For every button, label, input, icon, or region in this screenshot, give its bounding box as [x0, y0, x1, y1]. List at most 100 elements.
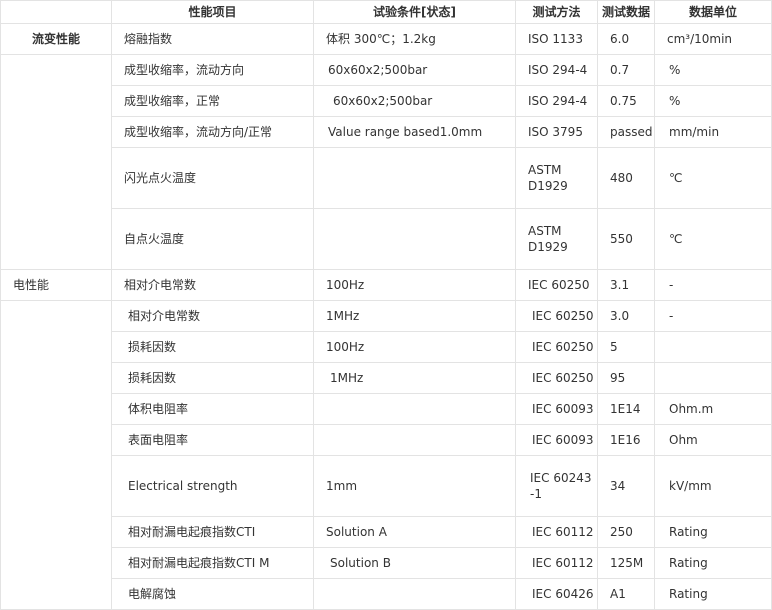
cell-method: IEC 60250	[515, 331, 598, 363]
cell-method: ISO 3795	[515, 116, 598, 148]
cell-property: 相对耐漏电起痕指数CTI	[111, 516, 314, 548]
cell-unit: cm³/10min	[654, 23, 772, 55]
table-row: 体积电阻率 IEC 60093 1E14 Ohm.m	[1, 393, 772, 425]
cell-value: 250	[597, 516, 655, 548]
cell-property: 成型收缩率，正常	[111, 85, 314, 117]
cell-unit: Ohm.m	[654, 393, 772, 425]
cell-condition	[313, 424, 516, 456]
cell-condition: 1mm	[313, 455, 516, 517]
cell-unit: -	[654, 300, 772, 332]
cell-unit: Rating	[654, 516, 772, 548]
cell-method: IEC 60093	[515, 424, 598, 456]
table-row: 闪光点火温度 ASTM D1929 480 ℃	[1, 147, 772, 209]
cell-value: 0.75	[597, 85, 655, 117]
cell-method: IEC 60250	[515, 300, 598, 332]
cell-method: ASTM D1929	[515, 147, 598, 209]
table-row: 自点火温度 ASTM D1929 550 ℃	[1, 208, 772, 270]
table-row: Electrical strength 1mm IEC 60243-1 34 k…	[1, 455, 772, 517]
header-category	[0, 0, 112, 24]
cell-property: 自点火温度	[111, 208, 314, 270]
cell-value: 3.0	[597, 300, 655, 332]
cell-unit	[654, 362, 772, 394]
table-row: 成型收缩率，流动方向/正常 Value range based1.0mm ISO…	[1, 116, 772, 148]
cell-property: 熔融指数	[111, 23, 314, 55]
cell-method: IEC 60250	[515, 362, 598, 394]
cell-value: 3.1	[597, 269, 655, 301]
cell-unit: Rating	[654, 547, 772, 579]
table-row: 表面电阻率 IEC 60093 1E16 Ohm	[1, 424, 772, 456]
cell-value: 34	[597, 455, 655, 517]
cell-method: IEC 60243-1	[515, 455, 598, 517]
table-row: 损耗因数 100Hz IEC 60250 5	[1, 331, 772, 363]
cell-unit: mm/min	[654, 116, 772, 148]
table-row: 电解腐蚀 IEC 60426 A1 Rating	[1, 578, 772, 610]
cell-unit: kV/mm	[654, 455, 772, 517]
cell-method: IEC 60112	[515, 516, 598, 548]
cell-unit: Ohm	[654, 424, 772, 456]
cell-value: 6.0	[597, 23, 655, 55]
cell-method: IEC 60426	[515, 578, 598, 610]
cell-value: 1E16	[597, 424, 655, 456]
cell-condition: 60x60x2;500bar	[313, 85, 516, 117]
cell-property: 电解腐蚀	[111, 578, 314, 610]
cell-unit: %	[654, 85, 772, 117]
table-row: 成型收缩率，流动方向 60x60x2;500bar ISO 294-4 0.7 …	[0, 54, 772, 270]
cell-condition: Solution A	[313, 516, 516, 548]
cell-unit: ℃	[654, 147, 772, 209]
cell-condition: 1MHz	[313, 362, 516, 394]
cell-method: ISO 294-4	[515, 85, 598, 117]
cell-unit: Rating	[654, 578, 772, 610]
table-row: 流变性能 熔融指数 体积 300℃；1.2kg ISO 1133 6.0 cm³…	[0, 23, 772, 55]
cell-condition	[313, 393, 516, 425]
cell-condition: 体积 300℃；1.2kg	[313, 23, 516, 55]
header-unit: 数据单位	[654, 0, 772, 24]
cell-value: 95	[597, 362, 655, 394]
cell-property: 体积电阻率	[111, 393, 314, 425]
cell-property: Electrical strength	[111, 455, 314, 517]
cell-unit	[654, 331, 772, 363]
header-condition: 试验条件[状态]	[313, 0, 516, 24]
cell-method: IEC 60250	[515, 269, 598, 301]
cell-property: 相对耐漏电起痕指数CTI M	[111, 547, 314, 579]
cell-method: ASTM D1929	[515, 208, 598, 270]
cell-property: 相对介电常数	[111, 300, 314, 332]
cell-condition	[313, 578, 516, 610]
cell-unit: -	[654, 269, 772, 301]
cell-method: IEC 60112	[515, 547, 598, 579]
cell-property: 相对介电常数	[111, 269, 314, 301]
category-empty	[0, 300, 112, 610]
cell-value: 550	[597, 208, 655, 270]
header-method: 测试方法	[515, 0, 598, 24]
cell-condition	[313, 208, 516, 270]
header-property: 性能项目	[111, 0, 314, 24]
cell-condition: Value range based1.0mm	[313, 116, 516, 148]
table-row: 电性能 相对介电常数 100Hz IEC 60250 3.1 -	[0, 269, 772, 301]
cell-method: ISO 294-4	[515, 54, 598, 86]
cell-property: 损耗因数	[111, 331, 314, 363]
cell-value: passed	[597, 116, 655, 148]
cell-value: 480	[597, 147, 655, 209]
cell-condition	[313, 147, 516, 209]
table-row: 成型收缩率，正常 60x60x2;500bar ISO 294-4 0.75 %	[1, 85, 772, 117]
cell-value: 125M	[597, 547, 655, 579]
cell-property: 损耗因数	[111, 362, 314, 394]
spec-table: 性能项目 试验条件[状态] 测试方法 测试数据 数据单位 流变性能 熔融指数 体…	[0, 0, 772, 610]
cell-condition: 1MHz	[313, 300, 516, 332]
cell-value: 5	[597, 331, 655, 363]
cell-condition: 100Hz	[313, 331, 516, 363]
category-rheology: 流变性能	[0, 23, 112, 55]
cell-property: 成型收缩率，流动方向/正常	[111, 116, 314, 148]
table-row: 相对介电常数 1MHz IEC 60250 3.0 -	[0, 300, 772, 610]
table-row: 相对耐漏电起痕指数CTI Solution A IEC 60112 250 Ra…	[1, 516, 772, 548]
cell-unit: %	[654, 54, 772, 86]
cell-condition: Solution B	[313, 547, 516, 579]
cell-condition: 100Hz	[313, 269, 516, 301]
category-electrical: 电性能	[0, 269, 112, 301]
cell-condition: 60x60x2;500bar	[313, 54, 516, 86]
cell-property: 成型收缩率，流动方向	[111, 54, 314, 86]
header-row: 性能项目 试验条件[状态] 测试方法 测试数据 数据单位	[0, 0, 772, 24]
table-row: 相对耐漏电起痕指数CTI M Solution B IEC 60112 125M…	[1, 547, 772, 579]
cell-value: 1E14	[597, 393, 655, 425]
cell-method: IEC 60093	[515, 393, 598, 425]
cell-property: 表面电阻率	[111, 424, 314, 456]
